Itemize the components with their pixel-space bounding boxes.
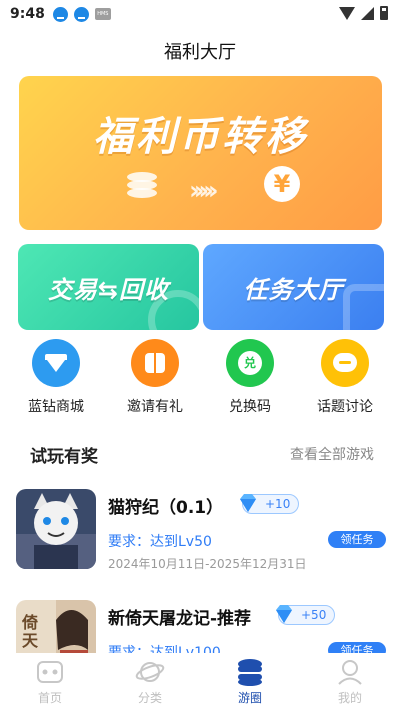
signal-icon: [361, 6, 374, 20]
reward-badge: +50: [276, 605, 336, 625]
game-thumbnail: [16, 489, 96, 569]
quick-actions: 蓝钻商城 邀请有礼 兑 兑换码 话题讨论: [0, 339, 400, 419]
status-right-icons: [339, 6, 388, 20]
reward-value: +10: [265, 497, 291, 511]
game-name: 猫狩纪（0.1）: [108, 498, 224, 518]
banner-coin-transfer[interactable]: 福利币转移 ››››› ¥: [19, 76, 382, 230]
game-card[interactable]: 猫狩纪（0.1） +10 要求：达到Lv50 领任务 2024年10月11日-2…: [0, 489, 400, 579]
nav-home[interactable]: 首页: [0, 653, 100, 711]
download-icon: [52, 6, 68, 22]
redeem-icon: 兑: [226, 339, 274, 387]
nav-label: 游圈: [237, 691, 262, 705]
section-title: 试玩有奖: [30, 447, 98, 467]
quick-label: 话题讨论: [317, 399, 373, 415]
quick-blue-diamond-mall[interactable]: 蓝钻商城: [11, 339, 101, 416]
hms-icon: HMS: [94, 8, 111, 20]
chat-icon: [321, 339, 369, 387]
yen-icon: ¥: [264, 166, 300, 202]
download-icon: [73, 6, 89, 22]
diamond-icon: [240, 494, 256, 512]
banner-coin-transfer-title: 福利币转移: [93, 114, 308, 160]
quick-invite-gift[interactable]: 邀请有礼: [110, 339, 200, 416]
reward-value: +50: [301, 608, 327, 622]
database-icon: [235, 657, 265, 687]
quick-redeem-code[interactable]: 兑 兑换码: [205, 339, 295, 416]
nav-label: 分类: [137, 691, 162, 705]
game-requirement: 要求：达到Lv50: [108, 534, 212, 550]
view-all-games-link[interactable]: 查看全部游戏: [290, 444, 374, 464]
page-title: 福利大厅: [164, 42, 236, 63]
profile-icon: [335, 657, 365, 687]
wifi-icon: [339, 6, 355, 20]
banner-trade-title: 交易⇆回收: [47, 276, 170, 304]
diamond-icon: [276, 605, 292, 623]
claim-task-button[interactable]: 领任务: [328, 531, 386, 548]
quick-label: 兑换码: [229, 399, 271, 415]
coins-icon: [127, 172, 179, 206]
reward-badge: +10: [240, 494, 300, 514]
quick-label: 蓝钻商城: [28, 399, 84, 415]
nav-circle[interactable]: 游圈: [200, 653, 300, 711]
gift-icon: [131, 339, 179, 387]
banner-trade-recycle[interactable]: 交易⇆回收: [18, 244, 199, 330]
nav-profile[interactable]: 我的: [300, 653, 400, 711]
game-name: 新倚天屠龙记-推荐: [108, 609, 252, 629]
nav-category[interactable]: 分类: [100, 653, 200, 711]
quick-label: 邀请有礼: [127, 399, 183, 415]
status-time: 9:48: [10, 6, 45, 22]
banner-task-hall[interactable]: 任务大厅: [203, 244, 384, 330]
planet-icon: [135, 657, 165, 687]
banner-task-title: 任务大厅: [243, 276, 344, 304]
nav-label: 我的: [337, 691, 362, 705]
nav-label: 首页: [37, 691, 62, 705]
status-bar: 9:48 HMS: [0, 0, 400, 28]
game-thumb-text: 倚天: [22, 613, 39, 650]
gamepad-icon: [35, 657, 65, 687]
bottom-nav: 首页 分类 游圈 我的: [0, 653, 400, 711]
arrows-icon: ›››››: [189, 176, 218, 206]
game-date-range: 2024年10月11日-2025年12月31日: [108, 557, 307, 571]
diamond-icon: [32, 339, 80, 387]
quick-topic-discussion[interactable]: 话题讨论: [300, 339, 390, 416]
battery-icon: [380, 6, 388, 20]
